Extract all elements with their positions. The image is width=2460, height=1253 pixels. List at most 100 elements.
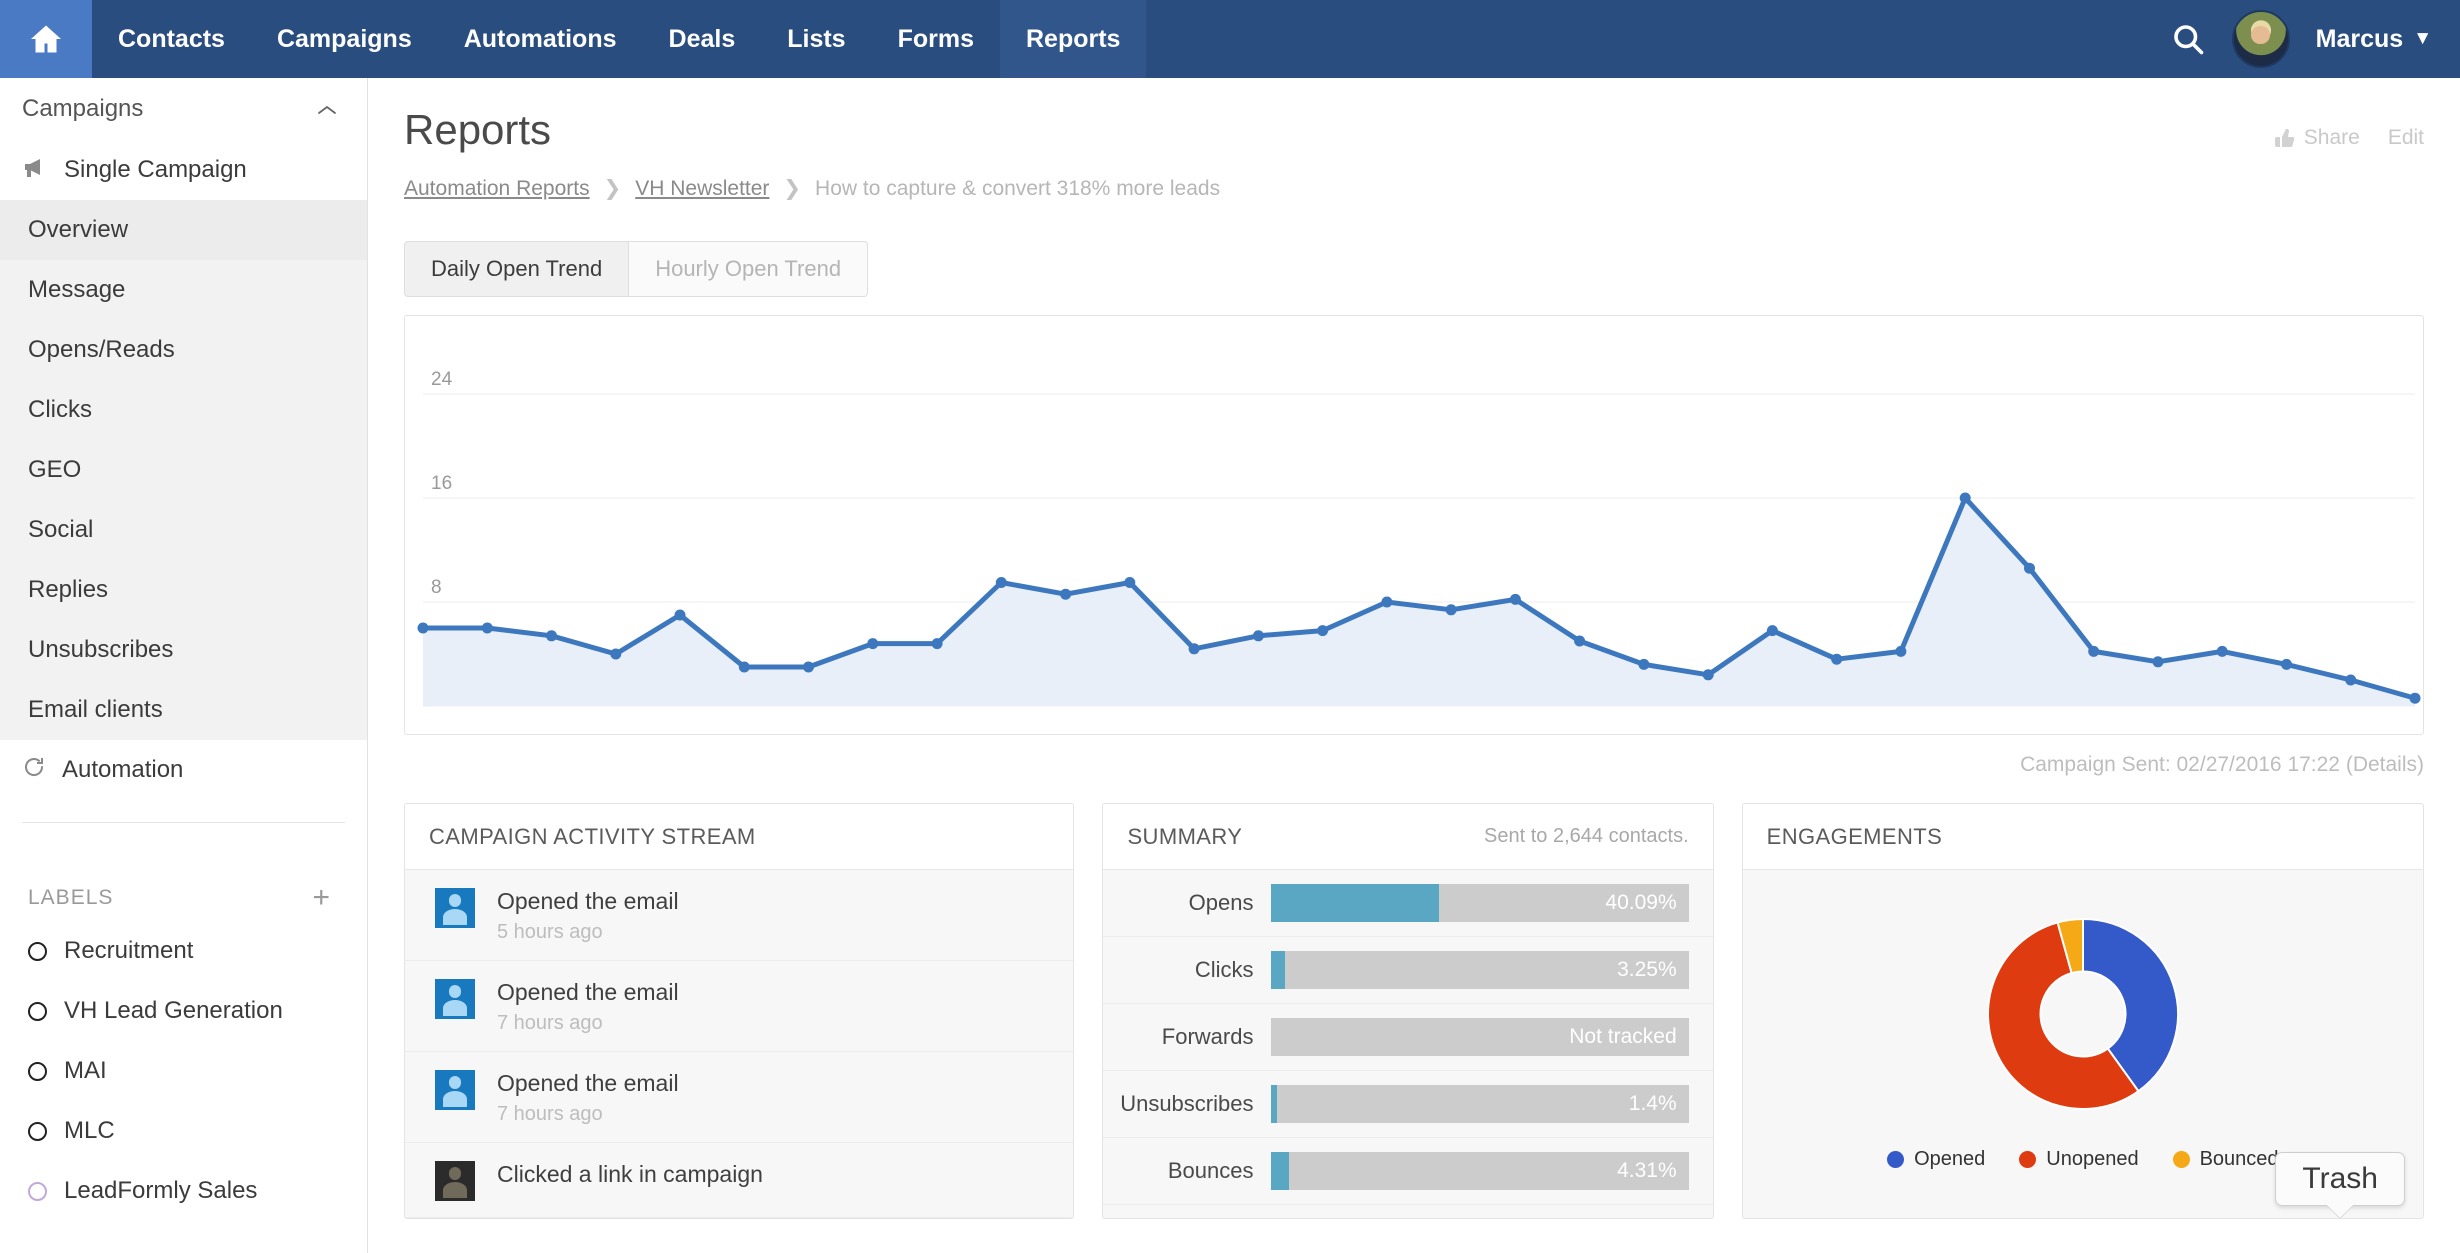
activity-title: Opened the email [497,888,679,914]
sidebar-item-label: Opens/Reads [28,336,175,363]
legend-item-opened[interactable]: Opened [1887,1148,1985,1171]
chevron-up-icon[interactable] [317,95,337,123]
nav-item-campaigns[interactable]: Campaigns [251,0,438,78]
nav-item-deals[interactable]: Deals [643,0,762,78]
sidebar: Campaigns Single Campaign Overview Messa… [0,78,368,1253]
sidebar-item-single-campaign[interactable]: Single Campaign [0,140,367,200]
activity-title: Opened the email [497,1070,679,1096]
refresh-icon [22,755,46,786]
page-title: Reports [404,106,552,153]
label-item-vh-lead-generation[interactable]: VH Lead Generation [0,981,367,1041]
sidebar-item-email-clients[interactable]: Email clients [0,680,367,740]
sidebar-item-label: Email clients [28,696,163,723]
home-icon[interactable] [0,0,92,78]
user-menu[interactable]: Marcus ▼ [2316,25,2432,54]
nav-label: Automations [463,24,617,53]
activity-row[interactable]: Clicked a link in campaign [405,1143,1074,1218]
sidebar-item-social[interactable]: Social [0,500,367,560]
add-label-button[interactable]: + [312,883,331,913]
summary-metric-label: Unsubscribes [1120,1091,1254,1116]
breadcrumb-separator-icon: ❯ [603,177,622,200]
summary-progress-bar: Not tracked [1271,1018,1689,1056]
sidebar-item-label: Social [28,516,94,543]
label-text: Recruitment [64,937,194,964]
nav-item-contacts[interactable]: Contacts [92,0,251,78]
engagements-donut-chart[interactable] [1743,870,2423,1148]
label-text: MLC [64,1117,115,1144]
sidebar-item-unsubscribes[interactable]: Unsubscribes [0,620,367,680]
summary-row: Bounces 4.31% [1103,1138,1713,1205]
summary-metric-value: 1.4% [1628,1092,1677,1115]
avatar[interactable] [2231,10,2290,68]
label-item-mai[interactable]: MAI [0,1041,367,1101]
sidebar-item-opens-reads[interactable]: Opens/Reads [0,320,367,380]
activity-title: Clicked a link in campaign [497,1161,763,1187]
card-title: SUMMARY [1127,823,1243,849]
sidebar-item-clicks[interactable]: Clicks [0,380,367,440]
nav-item-forms[interactable]: Forms [872,0,1000,78]
breadcrumb-vh-newsletter[interactable]: VH Newsletter [635,177,769,201]
tab-daily-open-trend[interactable]: Daily Open Trend [404,241,630,297]
sidebar-item-message[interactable]: Message [0,260,367,320]
daily-open-trend-chart[interactable]: 8 16 24 [404,315,2424,735]
summary-card: SUMMARY Sent to 2,644 contacts. Opens 40… [1102,803,1714,1219]
tab-hourly-open-trend[interactable]: Hourly Open Trend [629,241,869,297]
main-content: Reports Share Edit Automation Reports ❯ … [368,78,2460,1253]
card-header: ENGAGEMENTS [1742,804,2423,870]
breadcrumb-automation-reports[interactable]: Automation Reports [404,177,590,201]
top-navigation-bar: Contacts Campaigns Automations Deals Lis… [0,0,2460,78]
label-item-leadformly-sales[interactable]: LeadFormly Sales [0,1161,367,1221]
legend-color-swatch [1887,1151,1905,1168]
dashboard-cards: CAMPAIGN ACTIVITY STREAM Opened the emai… [404,803,2424,1219]
sidebar-item-overview[interactable]: Overview [0,200,367,260]
summary-row: Opens 40.09% [1103,870,1713,937]
nav-item-automations[interactable]: Automations [438,0,643,78]
donut-svg [1986,917,2179,1110]
sidebar-item-label: Automation [62,756,184,783]
trend-chart-svg [417,393,2421,707]
sidebar-item-label: Single Campaign [64,156,247,183]
summary-metric-value: 40.09% [1605,891,1677,914]
sent-to-contacts: Sent to 2,644 contacts. [1484,825,1689,847]
summary-progress-fill [1271,1085,1278,1123]
edit-label: Edit [2387,126,2424,149]
activity-row[interactable]: Opened the email 7 hours ago [405,1052,1074,1143]
campaign-sent-note[interactable]: Campaign Sent: 02/27/2016 17:22 (Details… [404,753,2424,777]
label-item-recruitment[interactable]: Recruitment [0,921,367,981]
nav-item-reports[interactable]: Reports [1000,0,1147,78]
sidebar-group-campaigns[interactable]: Campaigns [0,78,367,140]
sidebar-item-automation[interactable]: Automation [0,740,367,800]
legend-color-swatch [2172,1151,2190,1168]
sidebar-item-replies[interactable]: Replies [0,560,367,620]
sidebar-item-label: Unsubscribes [28,636,174,663]
sidebar-item-geo[interactable]: GEO [0,440,367,500]
summary-metric-label: Opens [1188,890,1254,915]
search-icon[interactable] [2170,21,2206,57]
campaign-activity-stream-card: CAMPAIGN ACTIVITY STREAM Opened the emai… [404,803,1075,1219]
summary-row: Clicks 3.25% [1103,937,1713,1004]
activity-time: 5 hours ago [497,921,603,943]
legend-color-swatch [2019,1151,2037,1168]
engagements-card: ENGAGEMENTS Opened Unopened Bounced Tras… [1741,803,2424,1219]
nav-label: Forms [897,24,974,53]
edit-button[interactable]: Edit [2388,126,2424,150]
summary-row: Unsubscribes 1.4% [1103,1071,1713,1138]
summary-rows: Opens 40.09% Clicks 3.25% Forwards Not t… [1103,870,1713,1205]
legend-item-unopened[interactable]: Unopened [2019,1148,2139,1171]
nav-label: Reports [1026,24,1121,53]
nav-label: Campaigns [276,24,412,53]
legend-item-bounced[interactable]: Bounced [2172,1148,2279,1171]
summary-progress-bar: 40.09% [1271,884,1689,922]
activity-row[interactable]: Opened the email 5 hours ago [405,870,1074,961]
label-text: VH Lead Generation [64,997,283,1024]
label-item-mlc[interactable]: MLC [0,1101,367,1161]
summary-progress-fill [1271,884,1439,922]
legend-label: Bounced [2199,1148,2279,1170]
share-button[interactable]: Share [2271,126,2360,150]
activity-row[interactable]: Opened the email 7 hours ago [405,961,1074,1052]
sidebar-divider [22,822,345,823]
trash-tooltip[interactable]: Trash [2275,1152,2405,1206]
breadcrumb: Automation Reports ❯ VH Newsletter ❯ How… [404,176,2424,201]
nav-item-lists[interactable]: Lists [761,0,871,78]
card-header: CAMPAIGN ACTIVITY STREAM [405,804,1074,870]
